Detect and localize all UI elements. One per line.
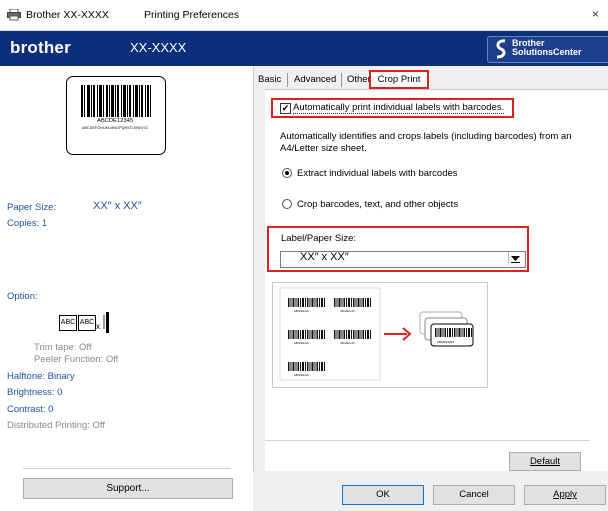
- solutions-logo-icon: [496, 39, 506, 59]
- brother-logo: brother: [10, 38, 71, 57]
- radio-extract-labels[interactable]: [282, 168, 292, 178]
- crop-illustration: ABCDE1234 ABCDE1234 ABCDE1234 ABCDE1234 AB…: [279, 287, 474, 381]
- support-button[interactable]: Support...: [23, 478, 233, 499]
- tab-crop-print[interactable]: Crop Print: [369, 70, 429, 89]
- auto-print-checkbox[interactable]: ✔: [280, 103, 291, 114]
- size-label: Label/Paper Size:: [281, 233, 356, 244]
- chevron-down-icon: [511, 256, 520, 263]
- copies-text: Copies: 1: [7, 218, 48, 229]
- radio-crop-label[interactable]: Crop barcodes, text, and other objects: [297, 199, 458, 210]
- default-button[interactable]: Default: [509, 452, 581, 471]
- app-title: Brother XX-XXXX: [26, 9, 109, 21]
- model-name: XX-XXXX: [130, 40, 187, 55]
- option-abc-icon-2: ABC: [78, 315, 96, 331]
- halftone-text: Halftone: Binary: [7, 371, 75, 382]
- svg-text:ABCDE1234: ABCDE1234: [340, 309, 355, 313]
- paper-size-value: XX″ x XX″: [93, 200, 142, 212]
- svg-text:ABCDE1234: ABCDE1234: [294, 373, 309, 377]
- default-button-label: Default: [529, 456, 561, 467]
- option-x-mark: x: [96, 322, 100, 331]
- radio-crop-objects[interactable]: [282, 199, 292, 209]
- tab-basic[interactable]: Basic: [254, 71, 285, 89]
- printer-icon: [7, 9, 21, 21]
- cutter-icon: [103, 312, 109, 333]
- label-code-text: ABCDE12345: [96, 118, 134, 124]
- stack-code-text: ABCDE1234: [437, 340, 455, 344]
- barcode-icon: [81, 85, 151, 117]
- radio-extract-label[interactable]: Extract individual labels with barcodes: [297, 168, 458, 179]
- dialog-title: Printing Preferences: [144, 9, 240, 21]
- contrast-text: Contrast: 0: [7, 404, 54, 415]
- crop-description: Automatically identifies and crops label…: [280, 131, 572, 154]
- svg-text:ABCDE1234: ABCDE1234: [340, 341, 355, 345]
- apply-button-label: Apply: [553, 489, 577, 500]
- label-alpha-text: ABCDEFGHIJKLMNOPQRSTUVWXYZ: [82, 126, 148, 130]
- panel-divider: [265, 440, 590, 441]
- divider: [23, 468, 231, 469]
- svg-text:ABCDE1234: ABCDE1234: [294, 341, 309, 345]
- cancel-button[interactable]: Cancel: [433, 485, 515, 505]
- tab-advanced[interactable]: Advanced: [290, 71, 340, 89]
- tab-separator: [287, 73, 288, 87]
- label-size-value: XX″ x XX″: [300, 251, 349, 263]
- trim-tape-text: Trim tape: Off: [34, 342, 92, 353]
- auto-print-label[interactable]: Automatically print individual labels wi…: [293, 103, 505, 114]
- peeler-text: Peeler Function: Off: [34, 354, 119, 365]
- apply-button[interactable]: Apply: [524, 485, 606, 505]
- distributed-text: Distributed Printing: Off: [7, 420, 106, 431]
- option-label: Option:: [7, 291, 38, 302]
- solutions-line2: SolutionsCenter: [512, 47, 582, 57]
- paper-size-label: Paper Size:: [7, 202, 57, 213]
- ok-button[interactable]: OK: [342, 485, 424, 505]
- option-abc-icon-1: ABC: [59, 315, 77, 331]
- svg-text:ABCDE1234: ABCDE1234: [294, 309, 309, 313]
- tab-separator: [341, 73, 342, 87]
- brightness-text: Brightness: 0: [7, 387, 63, 398]
- close-icon[interactable]: ×: [592, 7, 599, 21]
